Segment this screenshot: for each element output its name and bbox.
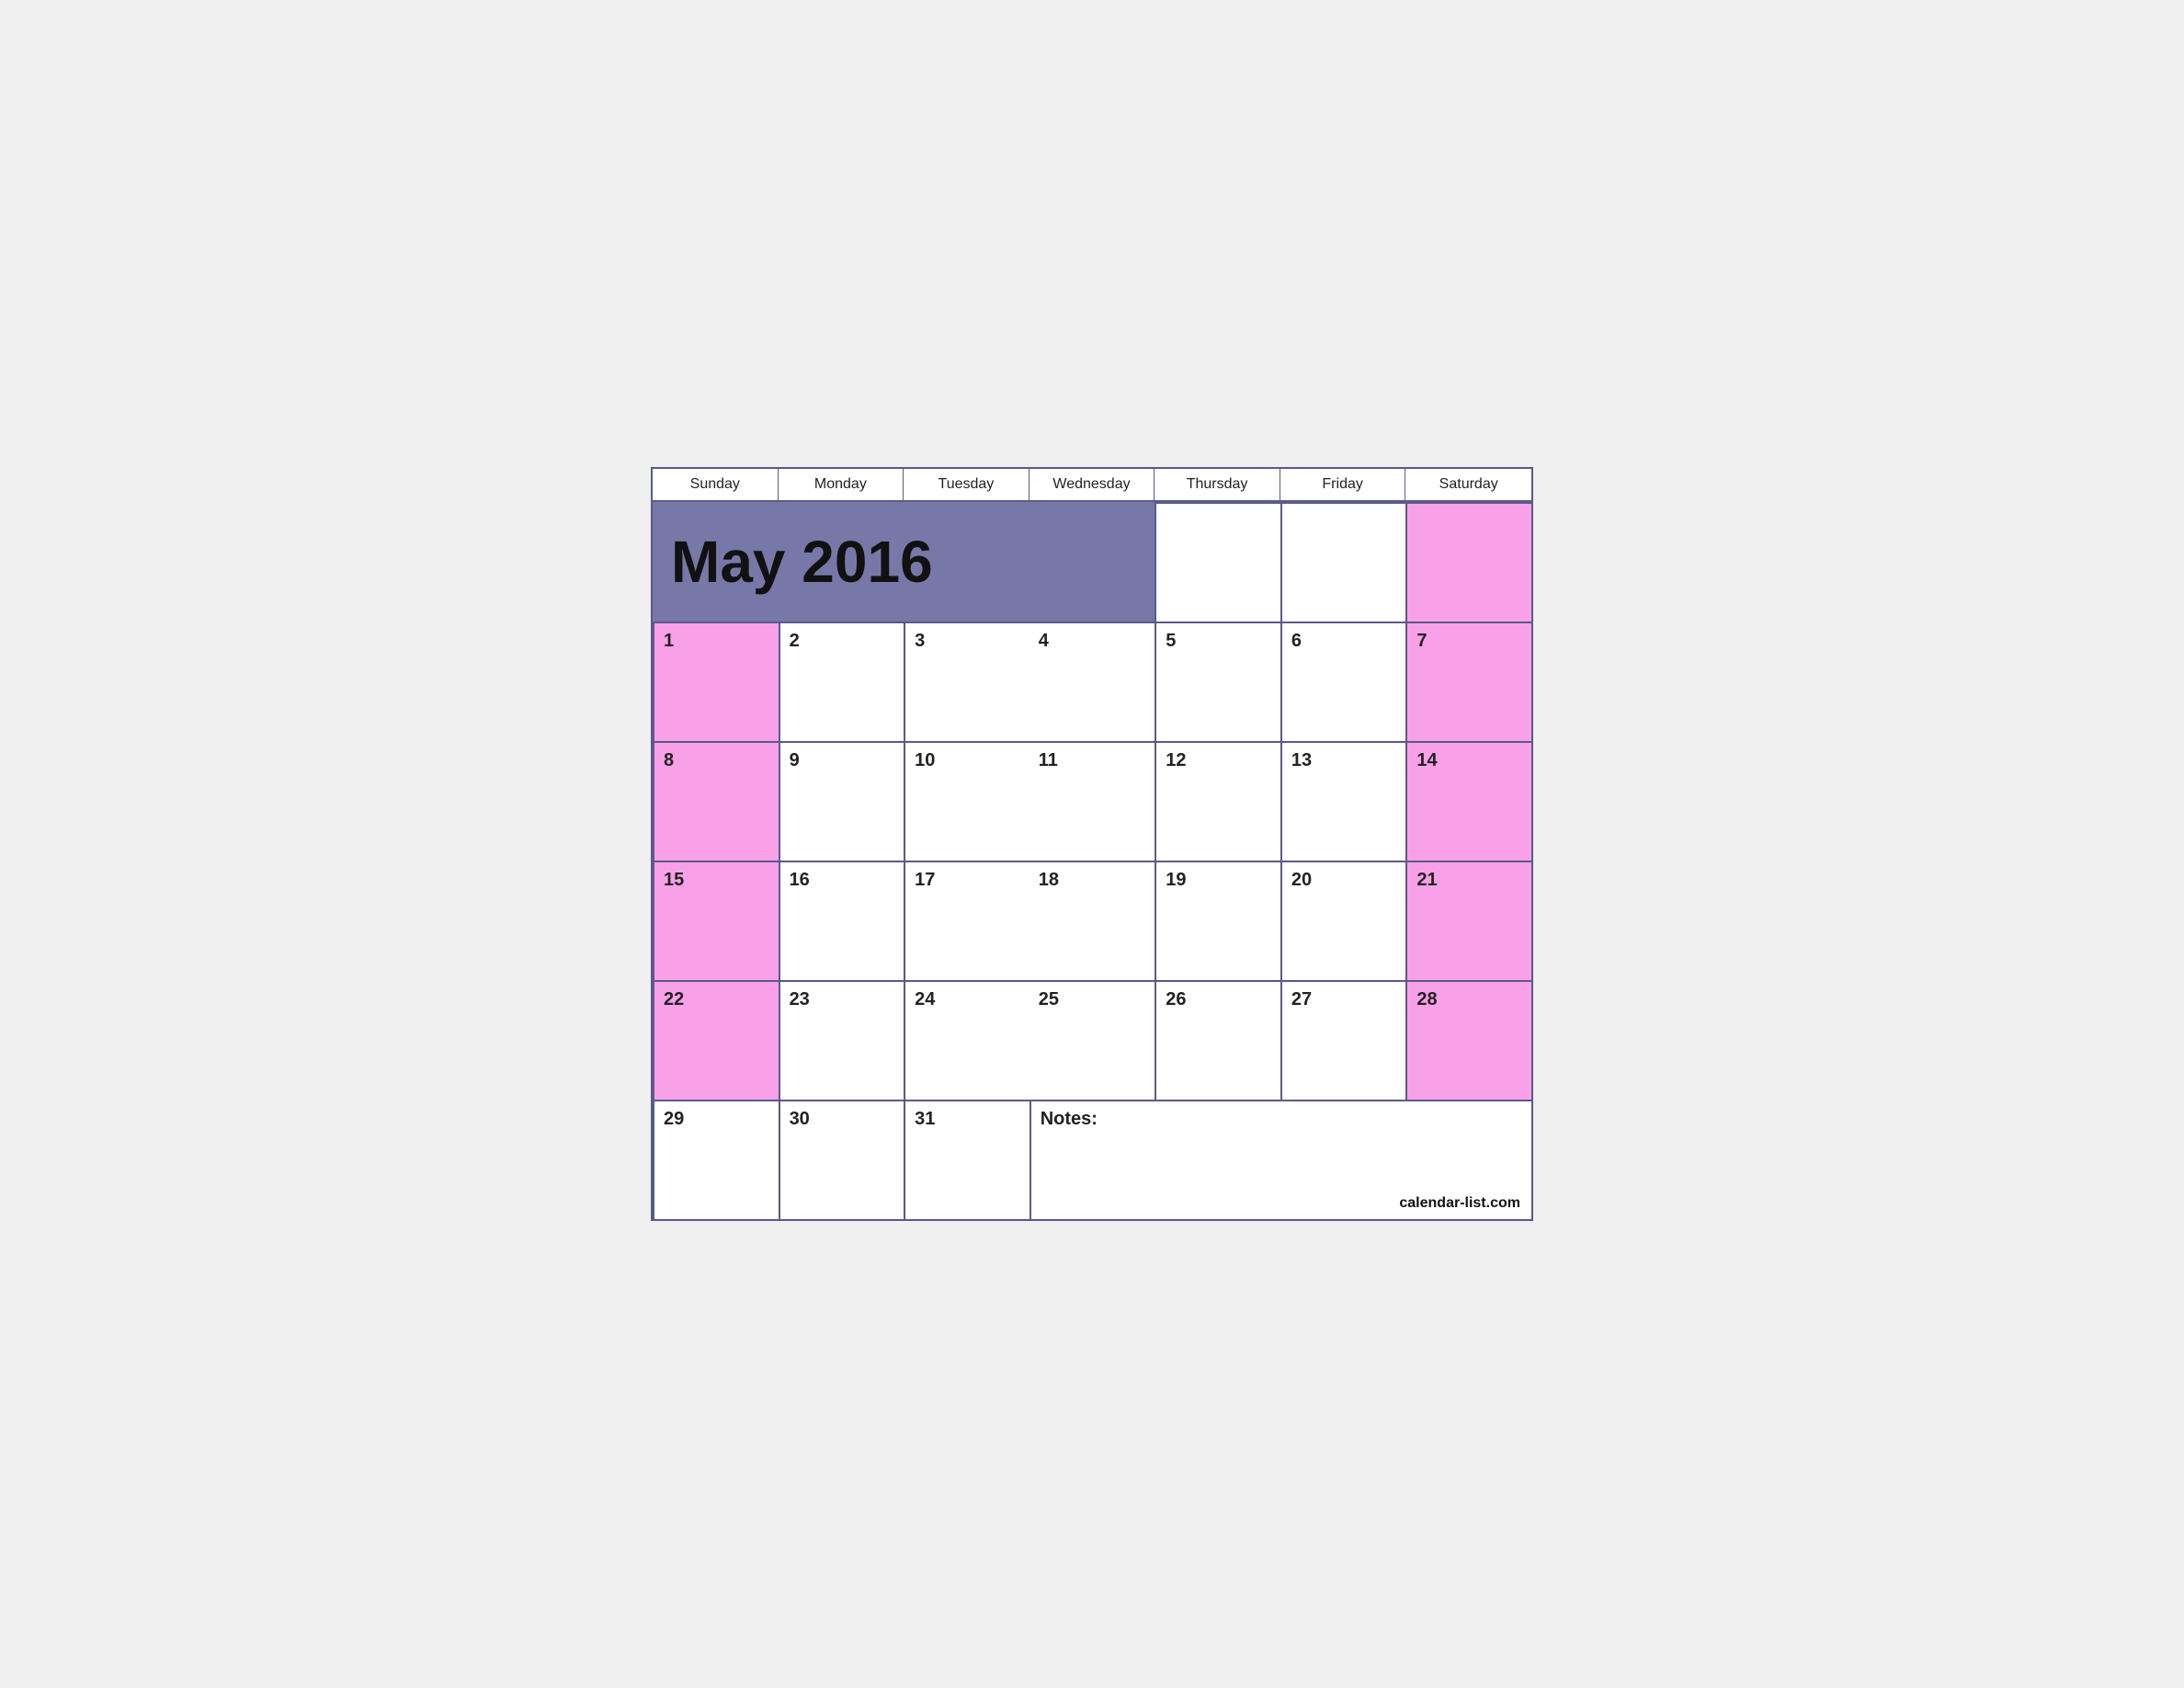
day-31: 31 — [904, 1100, 1029, 1219]
day-22: 22 — [653, 980, 779, 1100]
day-8: 8 — [653, 741, 779, 861]
calendar-grid: May 2016 1 2 3 4 5 6 7 8 9 — [653, 502, 1531, 1219]
day-21: 21 — [1405, 861, 1531, 980]
day-12: 12 — [1155, 741, 1280, 861]
day-28: 28 — [1405, 980, 1531, 1100]
day-29: 29 — [653, 1100, 779, 1219]
day-7: 7 — [1405, 622, 1531, 741]
day-27: 27 — [1280, 980, 1406, 1100]
empty-fri — [1280, 502, 1406, 622]
day-15: 15 — [653, 861, 779, 980]
header-saturday: Saturday — [1405, 469, 1531, 500]
day-2: 2 — [779, 622, 904, 741]
day-24: 24 — [904, 980, 1029, 1100]
day-19: 19 — [1155, 861, 1280, 980]
day-11: 11 — [1029, 741, 1155, 861]
notes-cell: Notes: calendar-list.com — [1029, 1100, 1531, 1219]
day-20: 20 — [1280, 861, 1406, 980]
day-5: 5 — [1155, 622, 1280, 741]
day-25: 25 — [1029, 980, 1155, 1100]
day-4: 4 — [1029, 622, 1155, 741]
day-26: 26 — [1155, 980, 1280, 1100]
watermark: calendar-list.com — [1399, 1195, 1520, 1212]
day-23: 23 — [779, 980, 904, 1100]
header-wednesday: Wednesday — [1029, 469, 1155, 500]
day-16: 16 — [779, 861, 904, 980]
header-thursday: Thursday — [1155, 469, 1280, 500]
day-9: 9 — [779, 741, 904, 861]
day-14: 14 — [1405, 741, 1531, 861]
month-title-cell: May 2016 — [653, 502, 1155, 622]
day-3: 3 — [904, 622, 1029, 741]
day-17: 17 — [904, 861, 1029, 980]
notes-label: Notes: — [1041, 1109, 1098, 1129]
header-monday: Monday — [779, 469, 904, 500]
day-headers: Sunday Monday Tuesday Wednesday Thursday… — [653, 469, 1531, 502]
day-30: 30 — [779, 1100, 904, 1219]
header-sunday: Sunday — [653, 469, 779, 500]
calendar: Sunday Monday Tuesday Wednesday Thursday… — [651, 467, 1533, 1221]
header-tuesday: Tuesday — [904, 469, 1029, 500]
day-6: 6 — [1280, 622, 1406, 741]
empty-sat — [1405, 502, 1531, 622]
day-13: 13 — [1280, 741, 1406, 861]
day-18: 18 — [1029, 861, 1155, 980]
header-friday: Friday — [1280, 469, 1406, 500]
day-1: 1 — [653, 622, 779, 741]
day-10: 10 — [904, 741, 1029, 861]
empty-thu — [1155, 502, 1280, 622]
month-title: May 2016 — [671, 532, 933, 591]
